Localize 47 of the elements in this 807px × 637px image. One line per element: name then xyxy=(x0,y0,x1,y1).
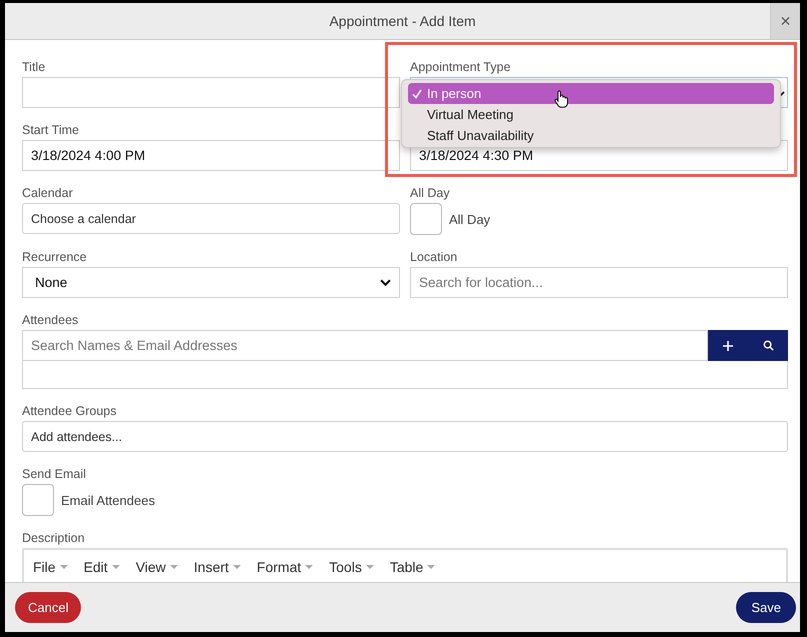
attendee-search-field[interactable]: Search Names & Email Addresses xyxy=(22,330,708,361)
field-label: Calendar xyxy=(22,186,73,201)
field-label: Location xyxy=(410,250,458,265)
field-label: Title xyxy=(22,60,46,75)
editor-menu-item[interactable]: View xyxy=(136,559,184,575)
field-label: Attendees xyxy=(22,313,78,328)
title-field[interactable] xyxy=(22,77,400,108)
location-field[interactable]: Search for location... xyxy=(410,267,788,298)
checkbox[interactable] xyxy=(22,484,54,516)
field-label: Start Time xyxy=(22,123,79,138)
editor-menu-item[interactable]: Format xyxy=(256,559,320,575)
save-button[interactable]: Save xyxy=(736,592,796,623)
dialog-title: Appointment - Add Item xyxy=(329,13,476,29)
checkbox[interactable] xyxy=(410,203,442,235)
close-button[interactable]: × xyxy=(770,3,800,39)
editor-menu-item[interactable]: Tools xyxy=(329,559,380,575)
field-label: Recurrence xyxy=(22,250,87,265)
checkbox-label: All Day xyxy=(449,212,490,226)
editor-menu-item[interactable]: Table xyxy=(390,559,442,575)
caret-icon xyxy=(60,565,68,569)
field-label: Attendee Groups xyxy=(22,404,117,419)
checkmark-icon xyxy=(412,89,422,99)
editor-menu-item[interactable]: File xyxy=(33,559,74,575)
caret-icon xyxy=(112,565,120,569)
start-time-field[interactable]: 3/18/2024 4:00 PM xyxy=(22,140,400,171)
caret-icon xyxy=(427,565,436,569)
chevron-down-icon xyxy=(380,279,391,286)
caret-icon xyxy=(170,565,178,569)
field-label: Appointment Type xyxy=(410,60,511,75)
dropdown-option[interactable]: Virtual Meeting xyxy=(408,104,774,125)
hand-cursor-icon xyxy=(554,90,568,108)
field-label: Send Email xyxy=(22,467,86,482)
calendar-field[interactable]: Choose a calendar xyxy=(22,203,400,234)
plus-icon xyxy=(723,340,733,350)
editor-menu-item[interactable]: Insert xyxy=(194,559,247,575)
attendee-groups-field[interactable]: Add attendees... xyxy=(22,421,788,452)
checkbox-label: Email Attendees xyxy=(61,492,155,508)
search-icon xyxy=(762,340,774,351)
caret-icon xyxy=(366,565,374,569)
editor-menu-item[interactable]: Edit xyxy=(84,559,126,575)
caret-icon xyxy=(232,565,241,569)
field-label: All Day xyxy=(410,186,450,201)
recurrence-select[interactable]: None xyxy=(22,267,400,298)
dropdown-option[interactable]: In person xyxy=(408,83,774,104)
field-label: Description xyxy=(22,531,85,546)
cancel-button[interactable]: Cancel xyxy=(15,592,82,623)
caret-icon xyxy=(305,565,314,569)
